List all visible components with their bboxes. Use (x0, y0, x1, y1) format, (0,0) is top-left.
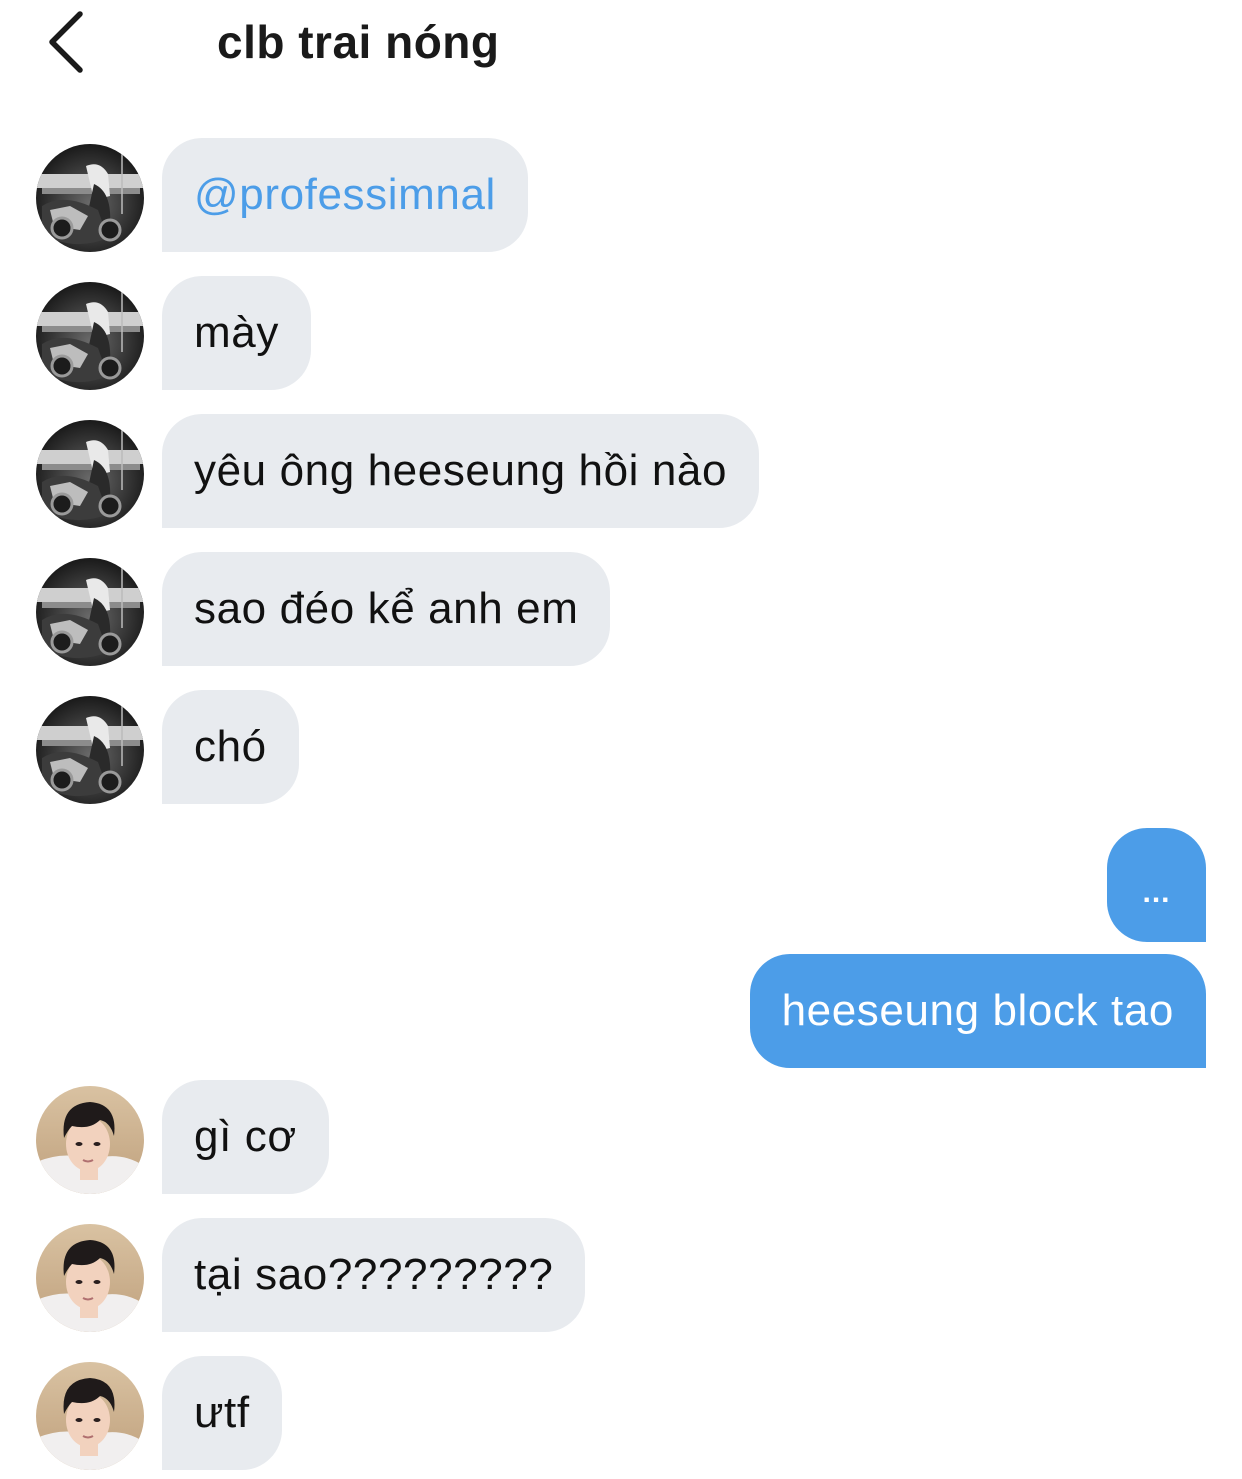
back-button[interactable] (40, 8, 100, 76)
message-row: ưtf (0, 1356, 1242, 1470)
avatar[interactable] (36, 1086, 144, 1194)
chevron-left-icon (49, 11, 83, 73)
message-bubble[interactable]: ưtf (162, 1356, 282, 1470)
message-bubble[interactable]: gì cơ (162, 1080, 329, 1194)
message-row: sao đéo kể anh em (0, 552, 1242, 666)
avatar[interactable] (36, 696, 144, 804)
outgoing-message-bubble[interactable]: heeseung block tao (749, 954, 1206, 1068)
avatar[interactable] (36, 282, 144, 390)
chat-header: clb trai nóng (0, 0, 1242, 90)
message-row: @professimnal (0, 138, 1242, 252)
outgoing-message-bubble[interactable]: ... (1107, 828, 1206, 942)
avatar[interactable] (36, 1362, 144, 1470)
message-bubble[interactable]: tại sao????????? (162, 1218, 586, 1332)
message-row: gì cơ (0, 1080, 1242, 1194)
message-bubble[interactable]: sao đéo kể anh em (162, 552, 611, 666)
message-bubble-mention[interactable]: @professimnal (162, 138, 528, 252)
message-bubble[interactable]: chó (162, 690, 299, 804)
message-bubble[interactable]: yêu ông heeseung hồi nào (162, 414, 760, 528)
message-bubble[interactable]: mày (162, 276, 311, 390)
message-row: chó (0, 690, 1242, 804)
message-row: mày (0, 276, 1242, 390)
chat-title: clb trai nóng (217, 16, 500, 68)
avatar[interactable] (36, 420, 144, 528)
message-row: yêu ông heeseung hồi nào (0, 414, 1242, 528)
avatar[interactable] (36, 1224, 144, 1332)
chat-screen: clb trai nóng @professimnal mày yêu ông … (0, 0, 1242, 1479)
avatar[interactable] (36, 558, 144, 666)
message-row: tại sao????????? (0, 1218, 1242, 1332)
avatar[interactable] (36, 144, 144, 252)
